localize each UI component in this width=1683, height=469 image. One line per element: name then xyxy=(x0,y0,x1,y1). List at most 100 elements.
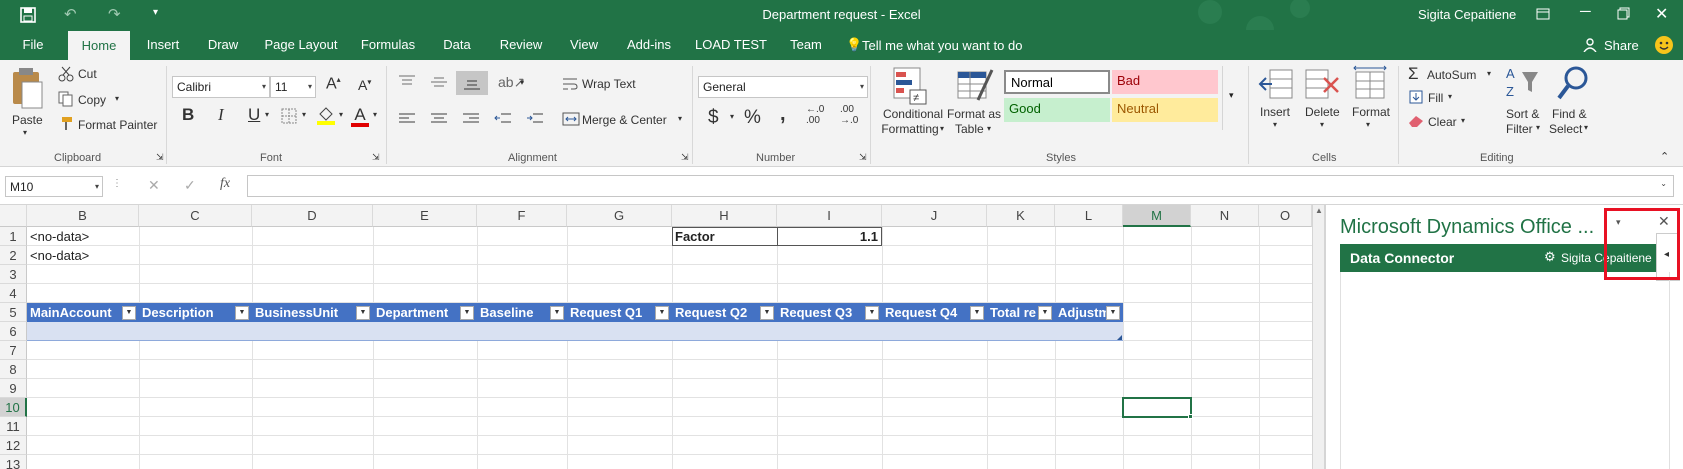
column-header[interactable]: B xyxy=(27,205,139,227)
column-header[interactable]: K xyxy=(987,205,1055,227)
row-header[interactable]: 1 xyxy=(0,227,27,246)
column-header-selected[interactable]: M xyxy=(1123,205,1191,227)
format-as-table-line1[interactable]: Format as xyxy=(947,107,1001,121)
align-top-icon[interactable] xyxy=(398,74,416,90)
row-header[interactable]: 8 xyxy=(0,360,27,379)
cell-h1[interactable]: Factor xyxy=(675,227,715,246)
table-row[interactable] xyxy=(27,322,1123,341)
borders-dropdown-icon[interactable]: ▾ xyxy=(302,110,306,119)
align-right-icon[interactable] xyxy=(462,112,480,126)
currency-icon[interactable]: $ xyxy=(708,107,719,129)
ribbon-display-options-icon[interactable] xyxy=(1536,7,1550,21)
table-header-cell[interactable]: MainAccount ▼ xyxy=(27,303,139,323)
column-header[interactable]: L xyxy=(1055,205,1123,227)
merge-center-button[interactable]: Merge & Center xyxy=(582,113,667,127)
style-good[interactable]: Good xyxy=(1004,98,1110,122)
table-header-cell[interactable]: Department ▼ xyxy=(373,303,477,323)
decrease-indent-icon[interactable] xyxy=(494,112,512,126)
conditional-formatting-line1[interactable]: Conditional xyxy=(880,107,946,121)
find-dropdown-icon[interactable]: ▾ xyxy=(1584,123,1588,132)
table-header-cell[interactable]: Request Q2 ▼ xyxy=(672,303,777,323)
currency-dropdown-icon[interactable]: ▾ xyxy=(730,112,734,121)
tab-home[interactable]: Home xyxy=(68,31,130,60)
paste-dropdown-icon[interactable]: ▾ xyxy=(23,128,27,137)
tab-team[interactable]: Team xyxy=(784,30,828,60)
tab-add-ins[interactable]: Add-ins xyxy=(620,30,678,60)
share-button[interactable]: Share xyxy=(1604,38,1639,53)
comma-style-icon[interactable]: , xyxy=(780,103,786,126)
row-header[interactable]: 7 xyxy=(0,341,27,360)
style-bad[interactable]: Bad xyxy=(1112,70,1218,94)
format-dropdown-icon[interactable]: ▾ xyxy=(1366,120,1370,129)
tab-draw[interactable]: Draw xyxy=(198,30,248,60)
tab-review[interactable]: Review xyxy=(494,30,548,60)
column-header[interactable]: I xyxy=(777,205,882,227)
row-header[interactable]: 5 xyxy=(0,303,27,322)
column-header[interactable]: F xyxy=(477,205,567,227)
clear-button[interactable]: Clear xyxy=(1428,115,1457,129)
table-header-cell[interactable]: BusinessUnit ▼ xyxy=(252,303,373,323)
table-header-cell[interactable]: Total re ▼ xyxy=(987,303,1055,323)
scroll-up-icon[interactable]: ▲ xyxy=(1315,206,1323,215)
tab-load-test[interactable]: LOAD TEST xyxy=(692,30,770,60)
table-resize-handle[interactable] xyxy=(1117,335,1122,340)
number-launcher-icon[interactable]: ⇲ xyxy=(859,152,867,163)
fill-handle[interactable] xyxy=(1188,414,1193,419)
row-header[interactable]: 11 xyxy=(0,417,27,436)
row-header[interactable]: 6 xyxy=(0,322,27,341)
close-icon[interactable]: ✕ xyxy=(1655,4,1668,24)
table-header-cell[interactable]: Request Q3 ▼ xyxy=(777,303,882,323)
column-header[interactable]: D xyxy=(252,205,373,227)
table-header-cell[interactable]: Request Q1 ▼ xyxy=(567,303,672,323)
underline-dropdown-icon[interactable]: ▾ xyxy=(265,110,269,119)
column-header[interactable]: C xyxy=(139,205,252,227)
copy-button[interactable]: Copy xyxy=(78,93,106,107)
filter-dropdown-icon[interactable]: ▼ xyxy=(1106,306,1120,320)
insert-dropdown-icon[interactable]: ▾ xyxy=(1273,120,1277,129)
fill-color-icon[interactable] xyxy=(316,106,336,126)
decrease-decimal-icon[interactable]: .00 →.0 xyxy=(840,104,858,126)
row-header[interactable]: 3 xyxy=(0,265,27,284)
style-normal[interactable]: Normal xyxy=(1004,70,1110,94)
gear-icon[interactable]: ⚙ xyxy=(1544,249,1556,265)
filter-dropdown-icon[interactable]: ▼ xyxy=(122,306,136,320)
row-header[interactable]: 12 xyxy=(0,436,27,455)
tell-me-box[interactable]: Tell me what you want to do xyxy=(862,38,1022,53)
delete-cells-button[interactable]: Delete xyxy=(1305,105,1340,119)
number-format-select[interactable]: General ▾ xyxy=(698,76,868,98)
format-cells-button[interactable]: Format xyxy=(1352,105,1390,119)
row-header[interactable]: 2 xyxy=(0,246,27,265)
filter-dropdown-icon[interactable]: ▼ xyxy=(760,306,774,320)
minimize-icon[interactable]: ─ xyxy=(1580,3,1591,20)
filter-dropdown-icon[interactable]: ▼ xyxy=(865,306,879,320)
sort-filter-line2[interactable]: Filter xyxy=(1506,122,1533,136)
enter-check-icon[interactable]: ✓ xyxy=(184,177,196,194)
delete-dropdown-icon[interactable]: ▾ xyxy=(1320,120,1324,129)
collapse-ribbon-icon[interactable]: ⌃ xyxy=(1660,150,1669,163)
expand-formula-icon[interactable]: ⌄ xyxy=(1660,179,1667,188)
filter-dropdown-icon[interactable]: ▼ xyxy=(970,306,984,320)
paste-icon[interactable] xyxy=(10,66,44,110)
format-as-table-line2[interactable]: Table xyxy=(955,122,984,136)
spreadsheet-grid[interactable]: B C D E F G H I J K L M N O 1 2 3 4 5 6 … xyxy=(0,205,1312,469)
paste-button[interactable]: Paste xyxy=(12,113,43,127)
restore-icon[interactable] xyxy=(1617,7,1630,20)
find-select-line2[interactable]: Select xyxy=(1549,122,1582,136)
clear-dropdown-icon[interactable]: ▾ xyxy=(1461,116,1465,125)
align-bottom-button[interactable] xyxy=(456,71,488,95)
table-header-cell[interactable]: Baseline ▼ xyxy=(477,303,567,323)
cell-i1[interactable]: 1.1 xyxy=(780,227,878,246)
tab-page-layout[interactable]: Page Layout xyxy=(262,30,340,60)
font-color-icon[interactable]: A xyxy=(350,105,370,127)
tab-file[interactable]: File xyxy=(10,30,56,60)
format-as-table-dropdown-icon[interactable]: ▾ xyxy=(987,124,991,133)
tab-view[interactable]: View xyxy=(562,30,606,60)
filter-dropdown-icon[interactable]: ▼ xyxy=(235,306,249,320)
sort-filter-line1[interactable]: Sort & xyxy=(1506,107,1539,121)
smiley-feedback-icon[interactable] xyxy=(1654,35,1674,55)
font-launcher-icon[interactable]: ⇲ xyxy=(372,152,380,163)
cell-b2[interactable]: <no-data> xyxy=(30,246,89,265)
borders-icon[interactable] xyxy=(281,108,297,124)
column-header[interactable]: J xyxy=(882,205,987,227)
cut-button[interactable]: Cut xyxy=(78,67,97,81)
